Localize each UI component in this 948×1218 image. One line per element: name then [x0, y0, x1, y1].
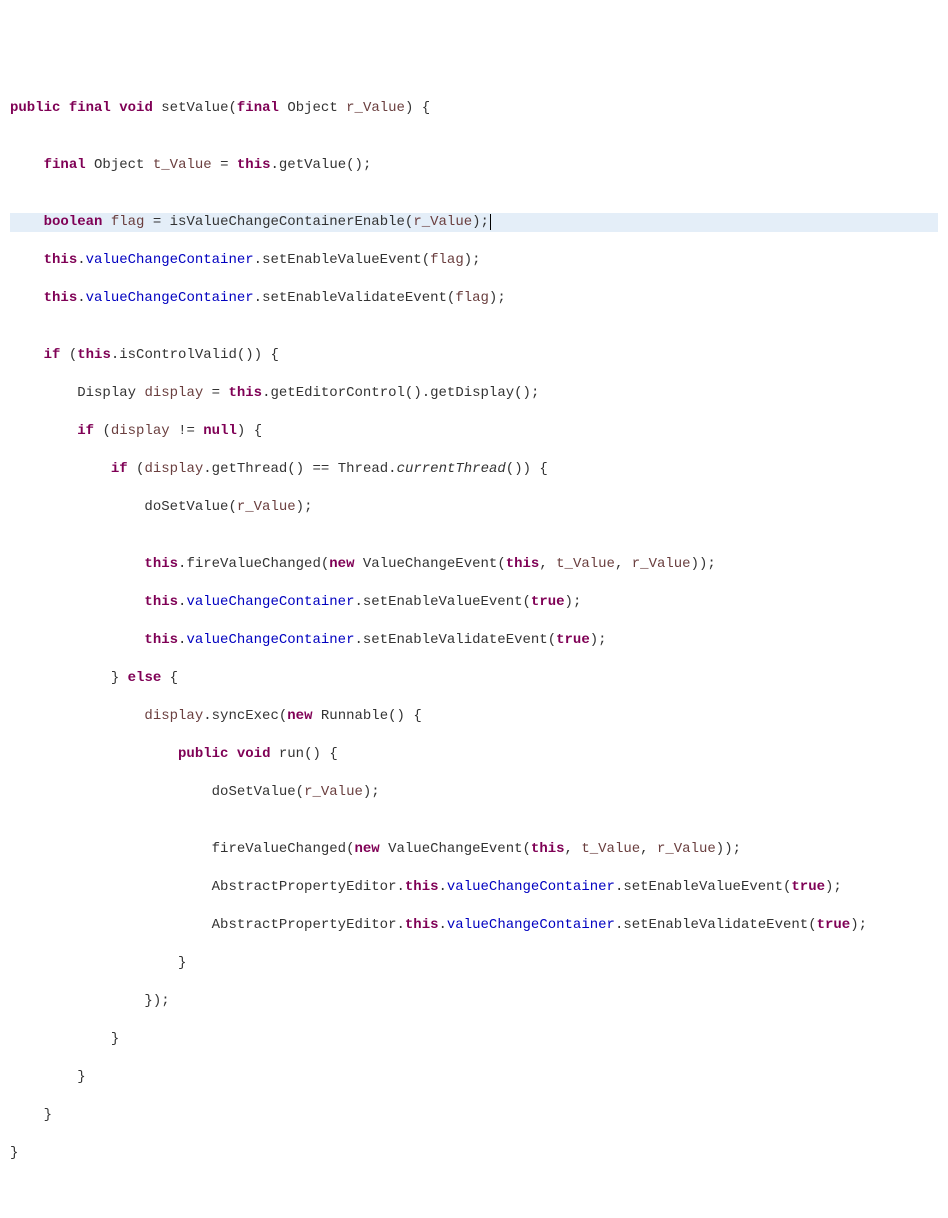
code-line: } else {	[10, 669, 938, 688]
code-line: final Object t_Value = this.getValue();	[10, 156, 938, 175]
code-line: AbstractPropertyEditor.this.valueChangeC…	[10, 878, 938, 897]
code-line: }	[10, 1030, 938, 1049]
code-line: this.valueChangeContainer.setEnableValid…	[10, 631, 938, 650]
code-line-highlighted: boolean flag = isValueChangeContainerEna…	[10, 213, 938, 232]
code-line: doSetValue(r_Value);	[10, 783, 938, 802]
code-line: this.valueChangeContainer.setEnableValue…	[10, 251, 938, 270]
code-line: if (display.getThread() == Thread.curren…	[10, 460, 938, 479]
code-line: doSetValue(r_Value);	[10, 498, 938, 517]
code-line: });	[10, 992, 938, 1011]
code-line: public void run() {	[10, 745, 938, 764]
code-line: }	[10, 1106, 938, 1125]
code-line: if (this.isControlValid()) {	[10, 346, 938, 365]
code-line: }	[10, 1068, 938, 1087]
code-line: }	[10, 1144, 938, 1163]
text-caret	[490, 214, 491, 230]
code-line: this.fireValueChanged(new ValueChangeEve…	[10, 555, 938, 574]
code-line: AbstractPropertyEditor.this.valueChangeC…	[10, 916, 938, 935]
code-line: this.valueChangeContainer.setEnableValid…	[10, 289, 938, 308]
code-line: display.syncExec(new Runnable() {	[10, 707, 938, 726]
code-line: if (display != null) {	[10, 422, 938, 441]
code-line: this.valueChangeContainer.setEnableValue…	[10, 593, 938, 612]
code-line: public final void setValue(final Object …	[10, 99, 938, 118]
code-editor[interactable]: public final void setValue(final Object …	[10, 80, 938, 1182]
code-line: }	[10, 954, 938, 973]
code-line: fireValueChanged(new ValueChangeEvent(th…	[10, 840, 938, 859]
code-line: Display display = this.getEditorControl(…	[10, 384, 938, 403]
